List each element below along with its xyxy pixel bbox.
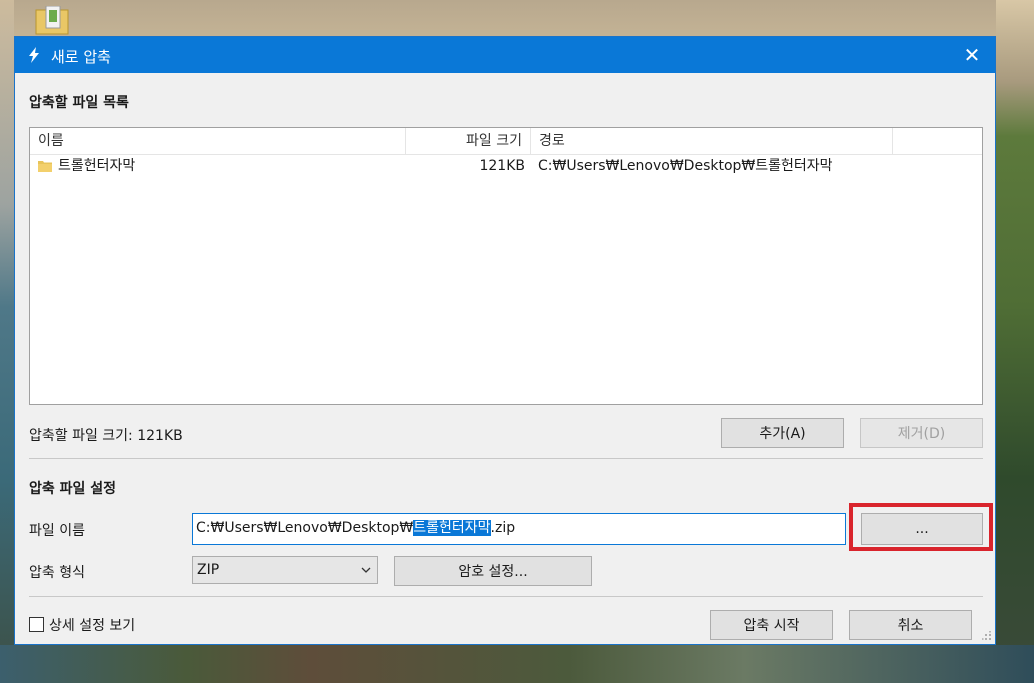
row-size: 121KB xyxy=(479,158,525,174)
desktop-background-right xyxy=(996,0,1034,683)
section-divider xyxy=(29,458,983,459)
filename-label: 파일 이름 xyxy=(29,523,85,539)
filename-input[interactable]: C:₩Users₩Lenovo₩Desktop₩트롤헌터자막.zip xyxy=(192,513,846,545)
desktop-background-bottom xyxy=(0,645,1034,683)
column-header-path[interactable]: 경로 xyxy=(531,128,893,154)
title-bar[interactable]: 새로 압축 ✕ xyxy=(15,37,995,73)
format-select[interactable]: ZIP xyxy=(192,556,378,584)
new-archive-dialog: 새로 압축 ✕ 압축할 파일 목록 이름 파일 크기 경로 트롤헌터자막 121… xyxy=(14,36,996,645)
row-path: C:₩Users₩Lenovo₩Desktop₩트롤헌터자막 xyxy=(538,158,833,174)
file-list-header: 이름 파일 크기 경로 xyxy=(30,128,982,155)
details-checkbox[interactable] xyxy=(29,617,44,632)
format-label: 압축 형식 xyxy=(29,565,85,581)
table-row[interactable]: 트롤헌터자막 121KB C:₩Users₩Lenovo₩Desktop₩트롤헌… xyxy=(30,154,982,178)
filename-suffix: .zip xyxy=(490,520,516,536)
close-button[interactable]: ✕ xyxy=(949,37,995,73)
total-size-label: 압축할 파일 크기: 121KB xyxy=(29,428,183,444)
remove-button[interactable]: 제거(D) xyxy=(860,418,983,448)
highlight-box xyxy=(849,503,993,551)
desktop-file-icon[interactable] xyxy=(34,6,70,36)
column-header-size[interactable]: 파일 크기 xyxy=(406,128,531,154)
filename-prefix: C:₩Users₩Lenovo₩Desktop₩ xyxy=(196,520,414,536)
chevron-down-icon xyxy=(361,567,371,573)
window-title: 새로 압축 xyxy=(51,48,111,66)
start-compression-button[interactable]: 압축 시작 xyxy=(710,610,833,640)
row-name: 트롤헌터자막 xyxy=(58,158,136,174)
file-list-view[interactable]: 이름 파일 크기 경로 트롤헌터자막 121KB C:₩Users₩Lenovo… xyxy=(29,127,983,405)
password-button[interactable]: 암호 설정... xyxy=(394,556,592,586)
format-value: ZIP xyxy=(197,562,220,578)
lightning-icon xyxy=(29,47,39,63)
desktop-background-left xyxy=(0,0,14,683)
archive-settings-section-title: 압축 파일 설정 xyxy=(29,481,117,497)
filename-selected-text: 트롤헌터자막 xyxy=(413,520,491,536)
details-checkbox-label[interactable]: 상세 설정 보기 xyxy=(49,615,135,635)
file-list-section-title: 압축할 파일 목록 xyxy=(29,95,129,111)
folder-icon xyxy=(38,161,52,172)
close-icon: ✕ xyxy=(963,43,981,67)
resize-grip-icon[interactable] xyxy=(982,631,992,641)
add-button[interactable]: 추가(A) xyxy=(721,418,844,448)
cancel-button[interactable]: 취소 xyxy=(849,610,972,640)
footer-divider xyxy=(29,596,983,597)
column-header-name[interactable]: 이름 xyxy=(30,128,406,154)
